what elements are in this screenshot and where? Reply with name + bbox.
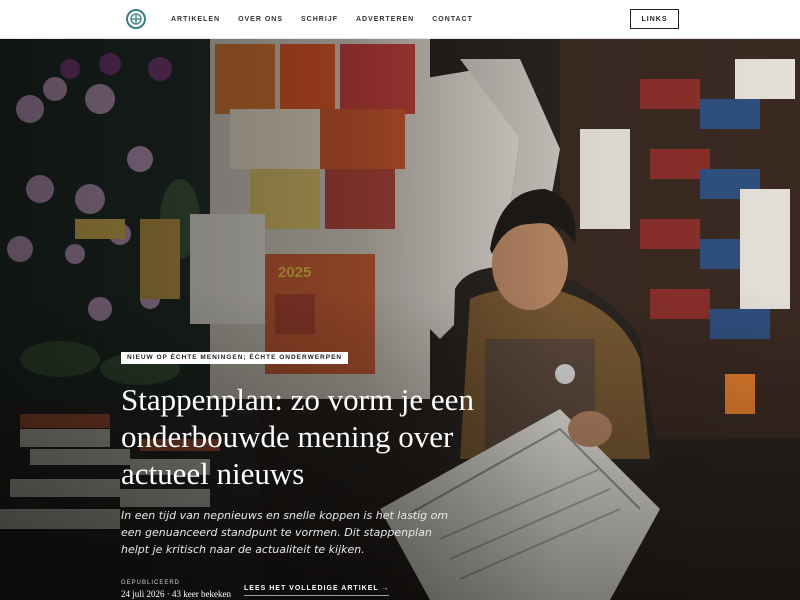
hero-section: 2025	[0, 39, 800, 600]
published-date-views: 24 juli 2026 · 43 keer bekeken	[121, 589, 231, 599]
nav-item-schrijf[interactable]: SCHRIJF	[301, 16, 338, 23]
article-lead: In een tijd van nepnieuws en snelle kopp…	[121, 509, 449, 556]
main-navigation: ARTIKELEN OVER ONS SCHRIJF ADVERTEREN CO…	[171, 0, 491, 39]
read-full-article-link[interactable]: LEES HET VOLLEDIGE ARTIKEL →	[244, 585, 390, 596]
nav-item-adverteren[interactable]: ADVERTEREN	[356, 16, 414, 23]
compass-logo-icon[interactable]	[126, 9, 146, 29]
published-label: GEPUBLICEERD	[121, 580, 181, 586]
nav-item-contact[interactable]: CONTACT	[432, 16, 473, 23]
nav-item-artikelen[interactable]: ARTIKELEN	[171, 16, 220, 23]
article-headline[interactable]: Stappenplan: zo vorm je een onderbouwde …	[121, 381, 501, 492]
category-badge[interactable]: NIEUW OP ÉCHTE MENINGEN; ÉCHTE ONDERWERP…	[121, 352, 349, 364]
nav-item-over-ons[interactable]: OVER ONS	[238, 16, 283, 23]
links-button[interactable]: LINKS	[630, 9, 679, 29]
top-navigation-bar: ARTIKELEN OVER ONS SCHRIJF ADVERTEREN CO…	[0, 0, 800, 39]
